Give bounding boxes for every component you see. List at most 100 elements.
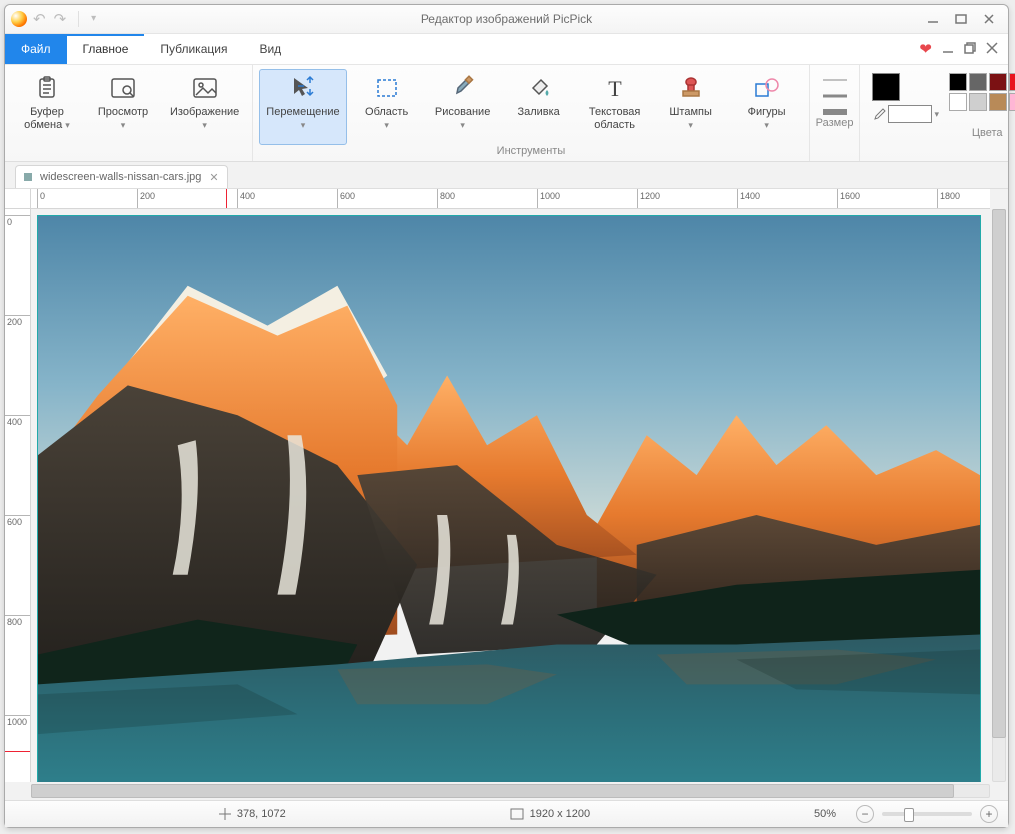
vertical-scrollbar[interactable] bbox=[990, 209, 1008, 782]
eyedropper-icon[interactable] bbox=[872, 107, 886, 121]
color-dropdown-icon[interactable]: ▾ bbox=[934, 109, 939, 120]
qat-customize-icon[interactable]: ▾ bbox=[91, 14, 96, 24]
cursor-position: 378, 1072 bbox=[237, 808, 286, 820]
tool-stamp[interactable]: Штампы▾ bbox=[655, 69, 727, 145]
doc-icon bbox=[24, 173, 32, 181]
colors-caption: Цвета bbox=[972, 127, 1003, 141]
zoom-out-button[interactable]: − bbox=[856, 805, 874, 823]
preview-button[interactable]: Просмотр▾ bbox=[87, 69, 159, 145]
status-dimensions: 1920 x 1200 bbox=[510, 808, 591, 820]
minimize-button[interactable] bbox=[924, 12, 942, 26]
zoom-value: 50% bbox=[814, 808, 836, 820]
maximize-button[interactable] bbox=[952, 12, 970, 26]
tool-stamp-label: Штампы bbox=[669, 106, 712, 118]
brush-icon bbox=[449, 74, 477, 102]
crosshair-icon bbox=[219, 808, 231, 820]
tab-publish[interactable]: Публикация bbox=[144, 34, 243, 64]
ruler-label: 800 bbox=[7, 617, 22, 627]
zoom-thumb[interactable] bbox=[904, 808, 914, 822]
ruler-label: 400 bbox=[240, 191, 255, 201]
tool-select[interactable]: Область▾ bbox=[351, 69, 423, 145]
color-palette bbox=[949, 73, 1015, 111]
zoom-track[interactable] bbox=[882, 812, 972, 816]
ruler-label: 1400 bbox=[740, 191, 760, 201]
group-tools: Перемещение▾ Область▾ Рисование▾ Заливка… bbox=[253, 65, 809, 161]
image-button[interactable]: Изображение▾ bbox=[163, 69, 246, 145]
size-caption: Размер bbox=[816, 117, 854, 131]
status-cursor: 378, 1072 bbox=[219, 808, 286, 820]
tool-fill[interactable]: Заливка bbox=[503, 69, 575, 145]
clipboard-button[interactable]: Буфер обмена ▾ bbox=[11, 69, 83, 145]
ruler-label: 800 bbox=[440, 191, 455, 201]
stamp-icon bbox=[677, 74, 705, 102]
tool-select-label: Область bbox=[365, 106, 408, 118]
tool-move[interactable]: Перемещение▾ bbox=[259, 69, 346, 145]
color-swatch[interactable] bbox=[949, 93, 967, 111]
quick-access-toolbar: ↶ ↷ ▾ bbox=[33, 11, 96, 27]
dimensions-icon bbox=[510, 808, 524, 820]
close-button[interactable] bbox=[980, 12, 998, 26]
ruler-label: 600 bbox=[7, 517, 22, 527]
ruler-label: 1800 bbox=[940, 191, 960, 201]
document-tabstrip: widescreen-walls-nissan-cars.jpg ✕ bbox=[5, 162, 1008, 189]
workarea: 020040060080010001200140016001800 020040… bbox=[5, 189, 1008, 800]
color-swatch[interactable] bbox=[1009, 93, 1015, 111]
undo-icon[interactable]: ↶ bbox=[33, 12, 46, 27]
tool-shapes-label: Фигуры bbox=[748, 106, 786, 118]
tab-view[interactable]: Вид bbox=[243, 34, 297, 64]
status-zoom: 50% bbox=[814, 808, 836, 820]
ruler-label: 400 bbox=[7, 417, 22, 427]
ribbon: Буфер обмена ▾ Просмотр▾ Изображение▾ Пе… bbox=[5, 65, 1008, 162]
primary-color-swatch[interactable] bbox=[872, 73, 900, 101]
redo-icon[interactable]: ↷ bbox=[54, 12, 67, 27]
aux-close-icon[interactable] bbox=[986, 42, 998, 57]
tool-fill-label: Заливка bbox=[517, 106, 559, 118]
favorite-icon[interactable]: ❤ bbox=[919, 40, 932, 58]
shapes-icon bbox=[753, 74, 781, 102]
color-swatch[interactable] bbox=[1009, 73, 1015, 91]
horizontal-scrollbar[interactable] bbox=[31, 782, 990, 800]
vertical-ruler: 02004006008001000 bbox=[5, 209, 31, 782]
zoom-slider: − + bbox=[856, 805, 998, 823]
tool-draw[interactable]: Рисование▾ bbox=[427, 69, 499, 145]
aux-restore-icon[interactable] bbox=[964, 42, 976, 57]
ruler-label: 0 bbox=[40, 191, 45, 201]
close-document-icon[interactable]: ✕ bbox=[209, 171, 218, 184]
line-thick-icon[interactable] bbox=[821, 107, 849, 117]
ruler-label: 1600 bbox=[840, 191, 860, 201]
line-med-icon[interactable] bbox=[821, 91, 849, 101]
color-swatch[interactable] bbox=[949, 73, 967, 91]
canvas-dimensions: 1920 x 1200 bbox=[530, 808, 591, 820]
text-icon: T bbox=[601, 74, 629, 102]
canvas[interactable] bbox=[37, 215, 981, 782]
app-icon bbox=[11, 11, 27, 27]
bucket-icon bbox=[525, 74, 553, 102]
ruler-label: 600 bbox=[340, 191, 355, 201]
ruler-label: 1200 bbox=[640, 191, 660, 201]
aux-minimize-icon[interactable] bbox=[942, 42, 954, 57]
tool-shapes[interactable]: Фигуры▾ bbox=[731, 69, 803, 145]
ribbon-tabs: Файл Главное Публикация Вид ❤ bbox=[5, 34, 1008, 65]
secondary-color-swatch[interactable] bbox=[888, 105, 932, 123]
tool-text[interactable]: T Текстовая область bbox=[579, 69, 651, 145]
canvas-viewport[interactable] bbox=[31, 209, 990, 782]
preview-icon bbox=[109, 74, 137, 102]
ruler-corner bbox=[5, 189, 31, 209]
line-thin-icon[interactable] bbox=[821, 75, 849, 85]
statusbar: 378, 1072 1920 x 1200 50% − + bbox=[5, 800, 1008, 827]
color-swatch[interactable] bbox=[989, 73, 1007, 91]
document-filename: widescreen-walls-nissan-cars.jpg bbox=[40, 171, 201, 183]
select-icon bbox=[373, 74, 401, 102]
tab-file[interactable]: Файл bbox=[5, 34, 67, 64]
color-swatch[interactable] bbox=[969, 73, 987, 91]
tab-home[interactable]: Главное bbox=[67, 34, 145, 64]
image-content bbox=[38, 216, 980, 782]
document-tab[interactable]: widescreen-walls-nissan-cars.jpg ✕ bbox=[15, 165, 228, 188]
preview-label: Просмотр bbox=[98, 106, 148, 118]
tools-caption: Инструменты bbox=[497, 145, 566, 159]
group-clipboard: Буфер обмена ▾ Просмотр▾ Изображение▾ bbox=[5, 65, 253, 161]
zoom-in-button[interactable]: + bbox=[980, 805, 998, 823]
color-swatch[interactable] bbox=[969, 93, 987, 111]
clipboard-label: Буфер обмена bbox=[24, 106, 64, 131]
color-swatch[interactable] bbox=[989, 93, 1007, 111]
